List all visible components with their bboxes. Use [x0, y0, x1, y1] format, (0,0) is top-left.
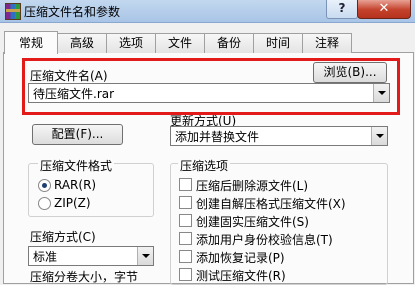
rar-radio[interactable]: [38, 179, 51, 192]
tab-general[interactable]: 常规: [4, 31, 58, 54]
tab-advanced[interactable]: 高级: [57, 33, 107, 53]
archive-name-highlight: [22, 58, 400, 115]
create-sfx-label: 创建自解压格式压缩文件(X): [196, 197, 346, 211]
create-solid-label: 创建固实压缩文件(S): [196, 215, 309, 229]
compression-method-value: 标准: [33, 250, 58, 264]
update-mode-value: 添加并替换文件: [175, 130, 260, 144]
tab-time[interactable]: 时间: [253, 33, 303, 53]
tab-backup[interactable]: 备份: [204, 33, 254, 53]
rar-radio-label: RAR(R): [54, 178, 97, 192]
chevron-down-icon[interactable]: [371, 127, 387, 145]
help-button[interactable]: ?: [326, 0, 358, 19]
close-button[interactable]: ✕: [357, 0, 411, 19]
archive-format-label: 压缩文件格式: [38, 157, 115, 174]
update-mode-combobox[interactable]: 添加并替换文件: [170, 126, 388, 146]
profiles-button[interactable]: 配置(F)...: [32, 124, 123, 145]
tab-comment[interactable]: 注释: [302, 33, 352, 53]
test-archive-label: 测试压缩文件(R): [196, 269, 286, 283]
close-icon: ✕: [378, 1, 390, 16]
window-title: 压缩文件名和参数: [24, 5, 121, 19]
compression-method-label: 压缩方式(C): [30, 230, 96, 244]
chevron-down-icon[interactable]: [137, 247, 153, 265]
create-sfx-checkbox[interactable]: [179, 196, 192, 209]
tab-options[interactable]: 选项: [106, 33, 156, 53]
delete-after-archiving-label: 压缩后删除源文件(L): [196, 179, 309, 193]
add-authenticity-checkbox[interactable]: [179, 232, 192, 245]
split-size-label: 压缩分卷大小，字节: [30, 270, 139, 284]
create-solid-checkbox[interactable]: [179, 214, 192, 227]
archive-options-label: 压缩选项: [178, 157, 231, 174]
zip-radio[interactable]: [38, 197, 51, 210]
zip-radio-label: ZIP(Z): [54, 196, 91, 210]
add-recovery-record-checkbox[interactable]: [179, 250, 192, 263]
winrar-books-icon: [5, 3, 21, 20]
tab-files[interactable]: 文件: [155, 33, 205, 53]
compression-method-combobox[interactable]: 标准: [28, 246, 154, 266]
delete-after-archiving-checkbox[interactable]: [179, 178, 192, 191]
add-authenticity-label: 添加用户身份校验信息(T): [196, 233, 333, 247]
add-recovery-record-label: 添加恢复记录(P): [196, 251, 285, 265]
